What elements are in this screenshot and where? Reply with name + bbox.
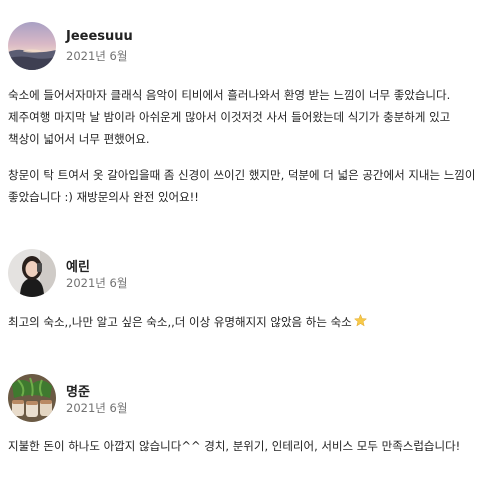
food-dish-icon (8, 374, 56, 422)
reviewer-name: 예린 (66, 260, 90, 275)
reviewer-name: 명준 (66, 385, 90, 400)
review-text: 최고의 숙소,,나만 알고 싶은 숙소,,더 이상 유명해지지 않았음 하는 숙… (8, 311, 484, 333)
review-date: 2021년 6월 (66, 276, 128, 290)
review-date: 2021년 6월 (66, 49, 128, 63)
review-text-content: 최고의 숙소,,나만 알고 싶은 숙소,,더 이상 유명해지지 않았음 하는 숙… (8, 315, 352, 329)
review-date: 2021년 6월 (66, 401, 128, 415)
avatar[interactable] (8, 22, 56, 70)
reviewer-name: Jeeesuuu (66, 29, 133, 44)
review-text: 숙소에 들어서자마자 클래식 음악이 티비에서 흘러나와서 환영 받는 느낌이 … (8, 88, 451, 146)
person-selfie-icon (8, 249, 56, 297)
sunset-landscape-icon (8, 22, 56, 70)
avatar[interactable] (8, 374, 56, 422)
review-text: 창문이 탁 트여서 옷 갈아입을때 좀 신경이 쓰이긴 했지만, 덕분에 더 넓… (8, 168, 476, 204)
avatar[interactable] (8, 249, 56, 297)
review-text: 지불한 돈이 하나도 아깝지 않습니다^^ 경치, 분위기, 인테리어, 서비스… (8, 439, 461, 453)
star-icon (353, 313, 367, 327)
